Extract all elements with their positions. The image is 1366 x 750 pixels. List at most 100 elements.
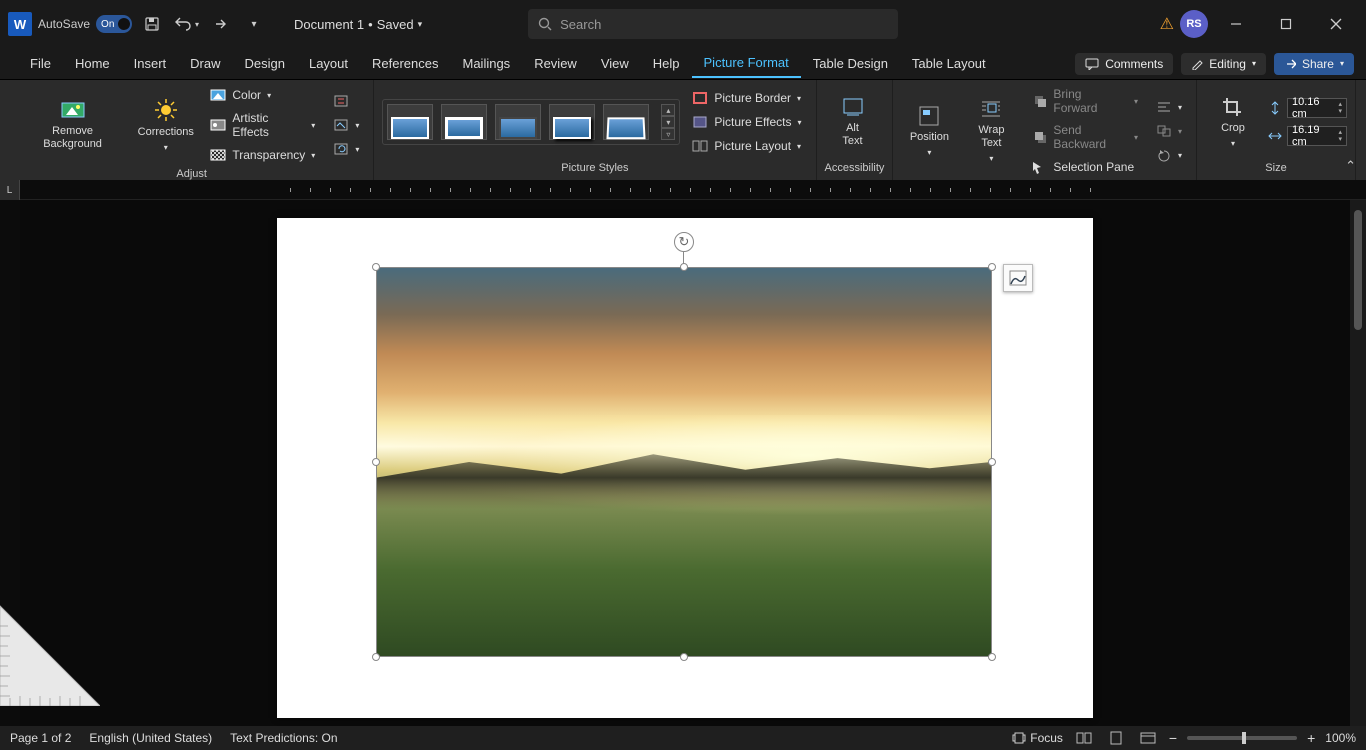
vertical-scrollbar[interactable] [1350, 200, 1366, 726]
web-layout-button[interactable] [1137, 729, 1159, 747]
change-picture-button[interactable]: ▾ [327, 114, 365, 136]
redo-button[interactable] [206, 10, 234, 38]
resize-handle-bl[interactable] [372, 653, 380, 661]
layout-options-button[interactable] [1003, 264, 1033, 292]
resize-handle-b[interactable] [680, 653, 688, 661]
width-field[interactable]: 16.19 cm▴▾ [1267, 126, 1347, 146]
page-indicator[interactable]: Page 1 of 2 [10, 731, 71, 745]
gallery-scroll[interactable]: ▴▾▿ [661, 104, 675, 140]
corrections-button[interactable]: Corrections ▾ [133, 94, 198, 157]
close-button[interactable] [1314, 9, 1358, 39]
tab-picture-format[interactable]: Picture Format [692, 49, 801, 78]
group-label-accessibility: Accessibility [825, 160, 885, 178]
transparency-button[interactable]: Transparency▾ [204, 144, 321, 166]
share-button[interactable]: Share ▾ [1274, 53, 1354, 75]
rotate-handle[interactable]: ↻ [674, 232, 694, 252]
picture-border-button[interactable]: Picture Border▾ [686, 87, 807, 109]
resize-handle-t[interactable] [680, 263, 688, 271]
comments-button[interactable]: Comments [1075, 53, 1173, 75]
color-icon [210, 87, 226, 103]
tab-help[interactable]: Help [641, 50, 692, 77]
zoom-level[interactable]: 100% [1325, 731, 1356, 745]
picture-styles-gallery[interactable]: ▴▾▿ [382, 99, 680, 145]
resize-handle-l[interactable] [372, 458, 380, 466]
print-layout-button[interactable] [1105, 729, 1127, 747]
tab-insert[interactable]: Insert [122, 50, 179, 77]
style-thumb-5[interactable] [603, 104, 649, 140]
artistic-effects-button[interactable]: Artistic Effects▾ [204, 108, 321, 142]
zoom-slider[interactable] [1187, 736, 1297, 740]
position-button[interactable]: Position▾ [901, 101, 957, 162]
tab-selector[interactable]: L [0, 180, 20, 200]
search-input[interactable]: Search [528, 9, 898, 39]
selected-picture[interactable]: ↻ [377, 268, 991, 656]
tab-home[interactable]: Home [63, 50, 122, 77]
remove-background-button[interactable]: Remove Background [18, 95, 127, 155]
autosave-toggle[interactable]: AutoSave On [38, 15, 132, 33]
document-title[interactable]: Document 1 • Saved ▾ [294, 17, 422, 32]
ribbon-group-size: Crop▾ 10.16 cm▴▾ 16.19 cm▴▾ Size [1197, 80, 1356, 180]
resize-handle-r[interactable] [988, 458, 996, 466]
tab-view[interactable]: View [589, 50, 641, 77]
minimize-button[interactable] [1214, 9, 1258, 39]
resize-handle-tl[interactable] [372, 263, 380, 271]
save-icon[interactable] [138, 10, 166, 38]
group-button[interactable]: ▾ [1150, 120, 1188, 142]
align-button[interactable]: ▾ [1150, 96, 1188, 118]
maximize-button[interactable] [1264, 9, 1308, 39]
crop-icon [1221, 96, 1245, 118]
spinner-icon[interactable]: ▴▾ [1338, 129, 1342, 143]
send-backward-button[interactable]: Send Backward▾ [1025, 120, 1144, 154]
tab-design[interactable]: Design [233, 50, 297, 77]
reset-picture-button[interactable]: ▾ [327, 138, 365, 160]
tab-review[interactable]: Review [522, 50, 589, 77]
spinner-icon[interactable]: ▴▾ [1338, 101, 1342, 115]
tab-file[interactable]: File [18, 50, 63, 77]
compress-pictures-button[interactable] [327, 90, 365, 112]
tab-references[interactable]: References [360, 50, 450, 77]
picture-layout-icon [692, 138, 708, 154]
focus-mode-button[interactable]: Focus [1012, 731, 1063, 745]
resize-handle-tr[interactable] [988, 263, 996, 271]
resize-handle-br[interactable] [988, 653, 996, 661]
page[interactable]: ↻ [277, 218, 1093, 718]
undo-button[interactable]: ▾ [172, 10, 200, 38]
selection-pane-button[interactable]: Selection Pane [1025, 156, 1144, 178]
collapse-ribbon-button[interactable]: ⌃ [1345, 158, 1356, 174]
user-avatar[interactable]: RS [1180, 10, 1208, 38]
wrap-text-button[interactable]: Wrap Text▾ [963, 94, 1019, 168]
pencil-icon [1191, 58, 1203, 70]
tab-draw[interactable]: Draw [178, 50, 232, 77]
qat-customize-icon[interactable]: ▾ [240, 10, 268, 38]
tab-layout[interactable]: Layout [297, 50, 360, 77]
text-predictions-indicator[interactable]: Text Predictions: On [230, 731, 337, 745]
tab-table-design[interactable]: Table Design [801, 50, 900, 77]
read-mode-button[interactable] [1073, 729, 1095, 747]
style-thumb-4[interactable] [549, 104, 595, 140]
picture-layout-button[interactable]: Picture Layout▾ [686, 135, 807, 157]
alt-text-button[interactable]: Alt Text [825, 92, 881, 152]
picture-effects-button[interactable]: Picture Effects▾ [686, 111, 807, 133]
zoom-thumb[interactable] [1242, 732, 1246, 744]
style-thumb-2[interactable] [441, 104, 487, 140]
crop-button[interactable]: Crop▾ [1205, 92, 1261, 153]
vertical-ruler[interactable] [0, 200, 20, 726]
horizontal-ruler[interactable] [20, 180, 1366, 200]
autosave-switch[interactable]: On [96, 15, 132, 33]
language-indicator[interactable]: English (United States) [89, 731, 212, 745]
scrollbar-thumb[interactable] [1354, 210, 1362, 330]
zoom-out-button[interactable]: − [1169, 730, 1177, 746]
editing-mode-button[interactable]: Editing ▾ [1181, 53, 1266, 75]
bring-forward-button[interactable]: Bring Forward▾ [1025, 84, 1144, 118]
style-thumb-1[interactable] [387, 104, 433, 140]
color-button[interactable]: Color▾ [204, 84, 321, 106]
style-thumb-3[interactable] [495, 104, 541, 140]
change-picture-icon [333, 117, 349, 133]
rotate-button[interactable]: ▾ [1150, 144, 1188, 166]
ribbon-group-picture-styles: ▴▾▿ Picture Border▾ Picture Effects▾ Pic… [374, 80, 816, 180]
zoom-in-button[interactable]: + [1307, 730, 1315, 746]
warning-icon[interactable]: ⚠ [1160, 14, 1174, 34]
tab-mailings[interactable]: Mailings [451, 50, 523, 77]
tab-table-layout[interactable]: Table Layout [900, 50, 998, 77]
height-field[interactable]: 10.16 cm▴▾ [1267, 98, 1347, 118]
